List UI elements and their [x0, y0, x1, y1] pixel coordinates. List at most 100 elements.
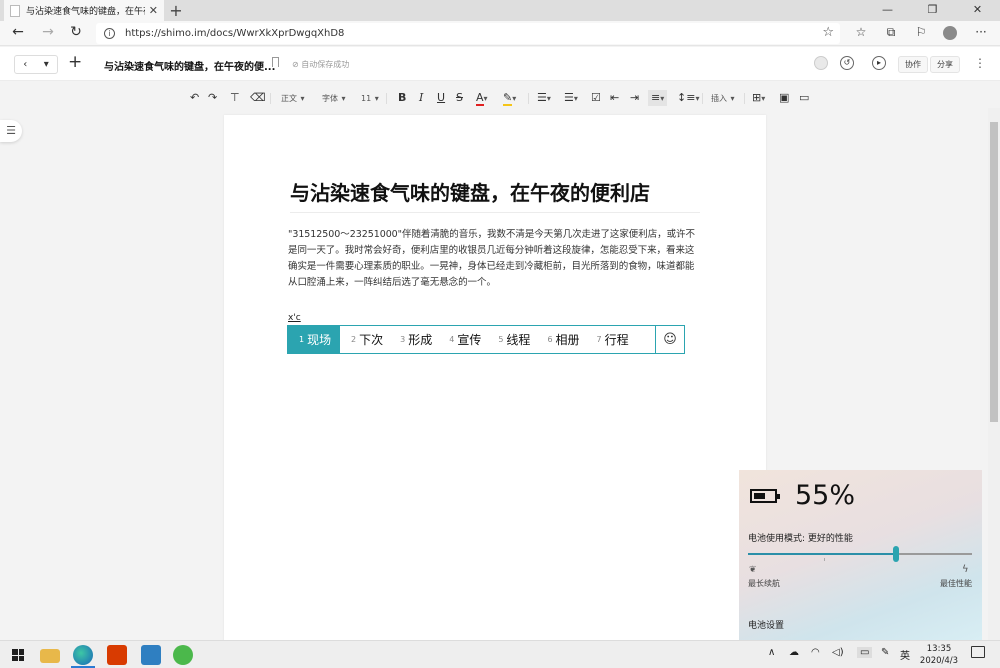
underline-icon[interactable]: U — [437, 90, 445, 106]
emoji-icon[interactable]: ☺ — [655, 326, 684, 353]
site-info-icon[interactable]: i — [104, 28, 115, 39]
present-icon[interactable]: ▸ — [872, 56, 886, 70]
style-label: 正文 — [281, 94, 297, 103]
slider-thumb[interactable] — [892, 546, 899, 562]
collections-icon[interactable]: ⧉ — [882, 25, 900, 40]
tab-close-icon[interactable]: ✕ — [149, 4, 158, 17]
windows-start-icon[interactable] — [12, 649, 24, 661]
history-icon[interactable]: ↺ — [840, 56, 854, 70]
volume-icon[interactable]: ◁) — [832, 647, 844, 658]
power-mode-label: 电池使用模式: 更好的性能 — [748, 534, 853, 544]
onedrive-icon[interactable]: ☁ — [789, 647, 799, 658]
ime-candidate[interactable]: 1 现场 — [288, 326, 340, 353]
scrollbar-thumb[interactable] — [990, 122, 998, 422]
table-icon[interactable]: ⊞▾ — [752, 90, 765, 106]
document-page[interactable]: 与沾染速食气味的键盘，在午夜的便利店 "31512500～23251000"伴随… — [224, 115, 766, 650]
ime-candidate[interactable]: 6 相册 — [536, 326, 585, 353]
document-paragraph[interactable]: "31512500～23251000"伴随着清脆的音乐，我数不清是今天第几次走进… — [288, 227, 702, 291]
refresh-icon[interactable]: ↻ — [66, 24, 86, 40]
pen-icon[interactable]: ✎ — [881, 647, 889, 658]
taskbar-clock[interactable]: 13:35 2020/4/3 — [914, 643, 964, 667]
italic-icon[interactable]: I — [419, 90, 423, 106]
browser-tab[interactable]: 与沾染速食气味的键盘，在午夜的便利店 ✕ — [4, 0, 164, 21]
wechat-icon[interactable] — [173, 645, 193, 665]
url-text: https://shimo.im/docs/WwrXkXprDwgqXhD8 — [125, 28, 345, 39]
paragraph-style-dropdown[interactable]: 正文 ▾ — [281, 90, 305, 106]
feedback-icon[interactable]: ⚐ — [912, 25, 930, 39]
comment-icon[interactable]: ▭ — [799, 90, 809, 106]
address-bar-row: ← → ↻ i https://shimo.im/docs/WwrXkXprDw… — [0, 21, 1000, 46]
power-mode-slider[interactable] — [748, 546, 972, 562]
strikethrough-icon[interactable]: S — [456, 90, 463, 106]
forward-arrow-icon[interactable]: → — [38, 24, 58, 40]
share-button[interactable]: 分享 — [930, 56, 960, 73]
clear-format-icon[interactable]: ⌫ — [250, 90, 266, 106]
new-doc-button[interactable]: + — [68, 52, 82, 72]
divider — [702, 93, 703, 104]
heading-divider — [290, 212, 700, 213]
outline-toggle-icon[interactable]: ☰ — [0, 120, 22, 142]
file-explorer-icon[interactable] — [40, 649, 60, 663]
ime-candidate[interactable]: 5 线程 — [487, 326, 536, 353]
chevron-left-icon: ‹ — [23, 59, 28, 70]
new-tab-button[interactable]: + — [168, 1, 184, 20]
ordered-list-icon[interactable]: ☰▾ — [537, 90, 551, 106]
desktop-app-icon[interactable] — [141, 645, 161, 665]
edge-browser-icon[interactable] — [73, 645, 93, 665]
bullet-list-icon[interactable]: ☰▾ — [564, 90, 578, 106]
battery-tray-icon[interactable]: ▭ — [857, 647, 873, 658]
profile-avatar[interactable] — [943, 26, 957, 40]
ime-candidate[interactable]: 2 下次 — [340, 326, 389, 353]
battery-icon — [750, 489, 780, 503]
format-painter-icon[interactable]: ⊤ — [230, 90, 240, 106]
document-heading[interactable]: 与沾染速食气味的键盘，在午夜的便利店 — [290, 177, 650, 206]
redo-icon[interactable]: ↷ — [208, 90, 217, 106]
insert-dropdown[interactable]: 插入 ▾ — [711, 90, 735, 106]
font-family-dropdown[interactable]: 字体 ▾ — [322, 90, 346, 106]
minimize-button[interactable]: — — [865, 0, 910, 21]
notification-center-icon[interactable] — [971, 646, 985, 658]
ime-language-indicator[interactable]: 英 — [900, 647, 910, 662]
chevron-down-icon: ▾ — [300, 94, 305, 103]
indent-decrease-icon[interactable]: ⇤ — [610, 90, 619, 106]
highlight-icon[interactable]: ✎▾ — [503, 90, 516, 106]
ime-candidate[interactable]: 7 行程 — [586, 326, 635, 353]
office-icon[interactable] — [107, 645, 127, 665]
image-icon[interactable]: ▣ — [779, 90, 789, 106]
bookmark-icon[interactable] — [272, 57, 279, 67]
user-avatar[interactable] — [814, 56, 828, 70]
favorite-star-icon[interactable]: ☆ — [822, 25, 834, 40]
font-size-dropdown[interactable]: 11 ▾ — [361, 90, 379, 106]
ime-candidate[interactable]: 4 宣传 — [438, 326, 487, 353]
align-left-icon[interactable]: ≡▾ — [648, 90, 668, 106]
collaborate-button[interactable]: 协作 — [898, 56, 928, 73]
line-height-icon[interactable]: ↕≡▾ — [677, 90, 699, 106]
bold-icon[interactable]: B — [398, 90, 406, 106]
ime-composition-text: x'c — [288, 313, 301, 323]
indent-increase-icon[interactable]: ⇥ — [630, 90, 639, 106]
doc-back-button[interactable]: ‹ ▾ — [14, 55, 58, 74]
text-color-icon[interactable]: A▾ — [476, 90, 488, 106]
back-arrow-icon[interactable]: ← — [8, 24, 28, 40]
more-menu-icon[interactable]: ⋮ — [974, 56, 986, 70]
size-label: 11 — [361, 94, 372, 103]
best-battery-label: 最长续航 — [748, 579, 780, 588]
page-icon — [10, 4, 20, 17]
doc-title[interactable]: 与沾染速食气味的键盘，在午夜的便... — [104, 58, 275, 73]
restore-button[interactable]: ❐ — [910, 0, 955, 21]
favorites-icon[interactable]: ☆ — [852, 25, 870, 39]
tray-overflow-icon[interactable]: ∧ — [768, 647, 775, 658]
chevron-down-icon: ▾ — [341, 94, 346, 103]
battery-settings-link[interactable]: 电池设置 — [748, 618, 784, 631]
chevron-down-icon: ▾ — [374, 94, 379, 103]
page-scrollbar[interactable] — [988, 108, 1000, 640]
browser-tab-strip: 与沾染速食气味的键盘，在午夜的便利店 ✕ + — ❐ ✕ — [0, 0, 1000, 21]
checklist-icon[interactable]: ☑ — [591, 90, 601, 106]
undo-icon[interactable]: ↶ — [190, 90, 199, 106]
settings-more-icon[interactable]: ··· — [972, 25, 990, 39]
chevron-down-icon: ▾ — [730, 94, 735, 103]
wifi-icon[interactable]: ◠ — [811, 647, 820, 658]
url-field[interactable]: i https://shimo.im/docs/WwrXkXprDwgqXhD8… — [96, 23, 840, 44]
close-window-button[interactable]: ✕ — [955, 0, 1000, 21]
ime-candidate[interactable]: 3 形成 — [389, 326, 438, 353]
